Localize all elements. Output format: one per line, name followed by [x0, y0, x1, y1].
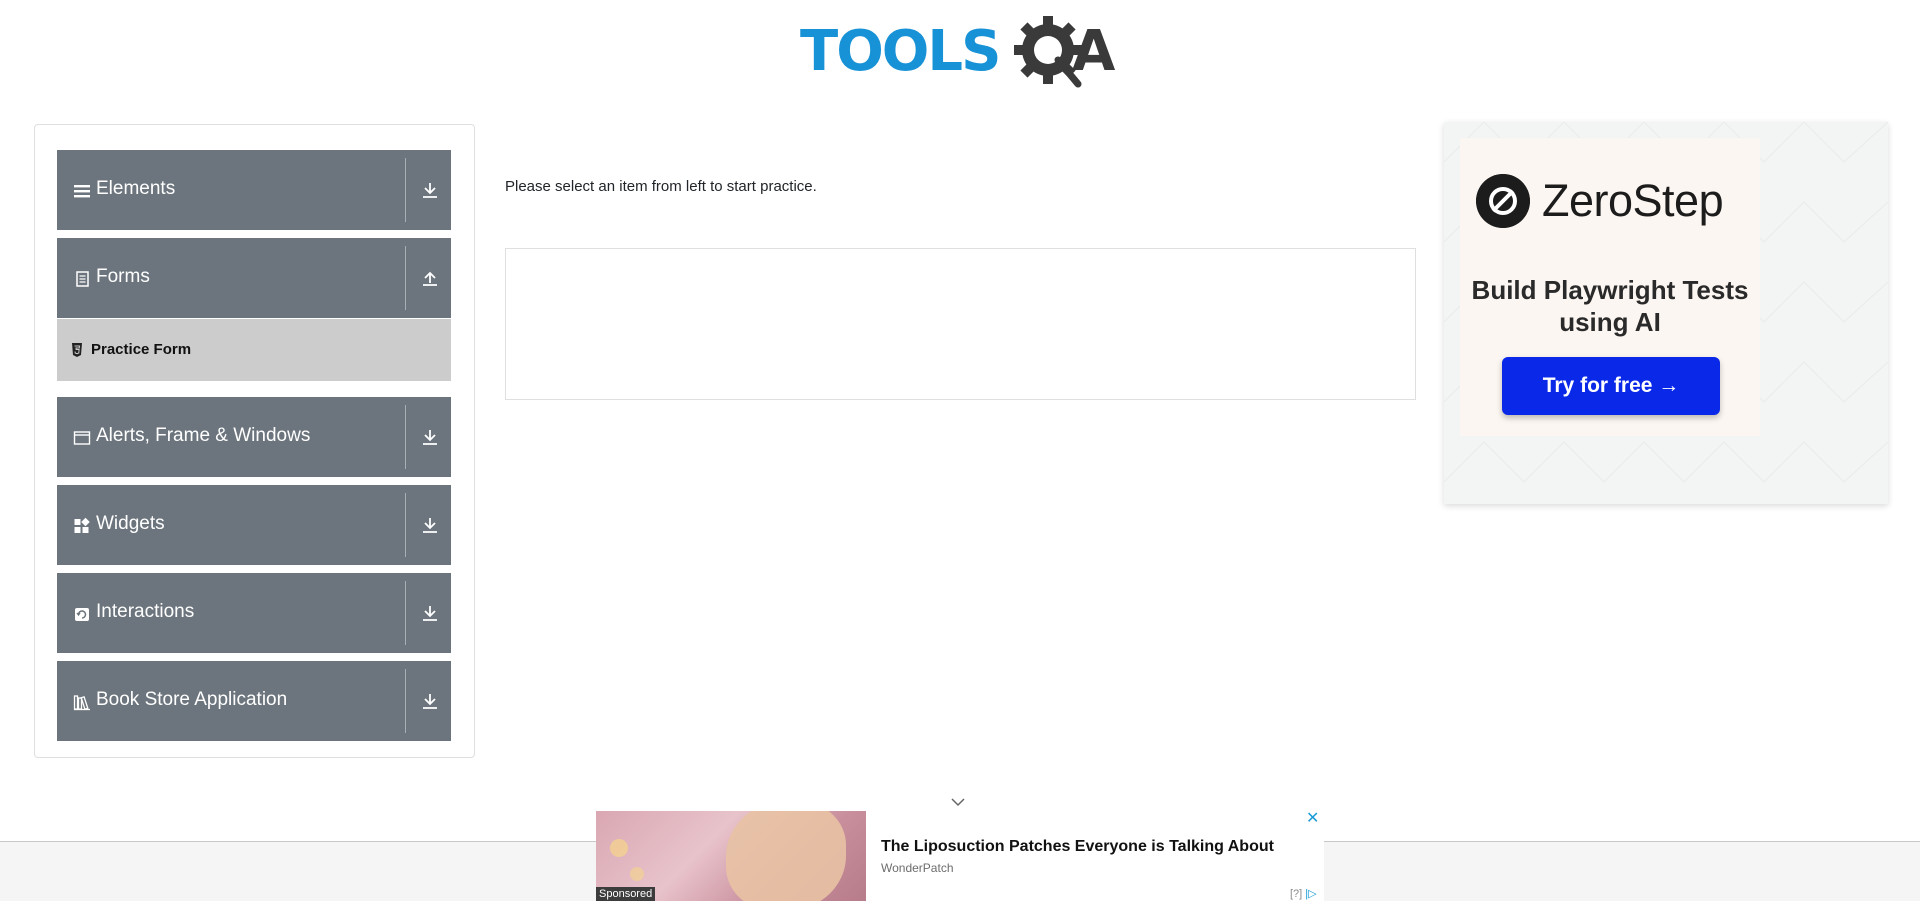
window-icon: [73, 431, 91, 445]
toolsqa-logo[interactable]: TOOLS A: [800, 14, 1125, 94]
divider: [405, 669, 406, 733]
divider: [405, 246, 406, 310]
upload-arrow-icon: [423, 271, 437, 286]
download-arrow-icon: [423, 694, 437, 709]
zerostep-ad[interactable]: ZeroStep Build Playwright Tests using AI…: [1444, 122, 1888, 504]
sidebar-group-header-alerts[interactable]: Alerts, Frame & Windows: [57, 397, 451, 477]
zerostep-logo-icon: [1476, 174, 1530, 228]
content-box: [505, 248, 1416, 400]
ad-info-icon[interactable]: [?] |▷: [1290, 887, 1317, 901]
download-arrow-icon: [423, 518, 437, 533]
sidebar-group-book-store: Book Store Application: [57, 661, 451, 741]
ad-image: Sponsored: [596, 811, 866, 901]
widgets-icon: [74, 517, 90, 533]
sidebar-group-header-book-store[interactable]: Book Store Application: [57, 661, 451, 741]
ad-tagline: Build Playwright Tests using AI: [1471, 275, 1749, 337]
sidebar-group-label: Alerts, Frame & Windows: [96, 425, 311, 446]
html5-icon: [72, 343, 82, 357]
logo-text-tools: TOOLS: [800, 19, 1001, 84]
sidebar-group-header-forms[interactable]: Forms: [57, 238, 451, 318]
sponsored-label: Sponsored: [596, 887, 656, 901]
sidebar-group-header-elements[interactable]: Elements: [57, 150, 451, 230]
bokeh-light: [610, 839, 628, 857]
close-icon[interactable]: ✕: [1306, 811, 1322, 827]
bokeh-light: [630, 867, 644, 881]
header: TOOLS A: [0, 0, 1920, 110]
ad-brand: ZeroStep: [1542, 175, 1724, 226]
sidebar-group-label: Elements: [96, 178, 176, 199]
sidebar-item-practice-form[interactable]: Practice Form: [57, 319, 451, 381]
sidebar-group-alerts: Alerts, Frame & Windows: [57, 397, 451, 477]
sidebar-group-interactions: Interactions: [57, 573, 451, 653]
ad-info-label: [?]: [1290, 888, 1303, 900]
practice-prompt: Please select an item from left to start…: [505, 178, 817, 195]
bottom-banner-ad[interactable]: Sponsored The Liposuction Patches Everyo…: [596, 811, 1324, 901]
adchoices-icon: |▷: [1305, 888, 1317, 900]
download-arrow-icon: [423, 606, 437, 621]
bottom-ad-title[interactable]: The Liposuction Patches Everyone is Talk…: [881, 837, 1274, 857]
divider: [405, 493, 406, 557]
sidebar-group-widgets: Widgets: [57, 485, 451, 565]
sidebar-group-elements: Elements: [57, 150, 451, 230]
download-arrow-icon: [423, 430, 437, 445]
sidebar-group-label: Widgets: [96, 513, 165, 534]
sidebar-group-header-interactions[interactable]: Interactions: [57, 573, 451, 653]
logo-text-a: A: [1072, 19, 1116, 84]
divider: [405, 405, 406, 469]
bottom-ad-brand: WonderPatch: [881, 861, 954, 875]
sidebar-item-label: Practice Form: [91, 341, 192, 358]
left-panel: Elements Forms Practice Form Alerts, Fra…: [34, 124, 475, 758]
download-arrow-icon: [423, 183, 437, 198]
chevron-down-icon[interactable]: [950, 796, 966, 808]
hamburger-icon: [74, 185, 90, 198]
books-icon: [73, 695, 90, 711]
sidebar-group-header-widgets[interactable]: Widgets: [57, 485, 451, 565]
sidebar-group-label: Book Store Application: [96, 689, 288, 710]
interactions-icon: [75, 608, 89, 621]
divider: [405, 581, 406, 645]
divider: [405, 158, 406, 222]
sidebar-group-label: Interactions: [96, 601, 195, 622]
hand-shape: [726, 811, 846, 901]
document-icon: [76, 271, 89, 287]
try-for-free-button[interactable]: Try for free →: [1502, 357, 1720, 415]
sidebar-group-label: Forms: [96, 266, 150, 287]
sidebar-group-forms: Forms: [57, 238, 451, 318]
ad-card: ZeroStep Build Playwright Tests using AI…: [1460, 138, 1760, 436]
